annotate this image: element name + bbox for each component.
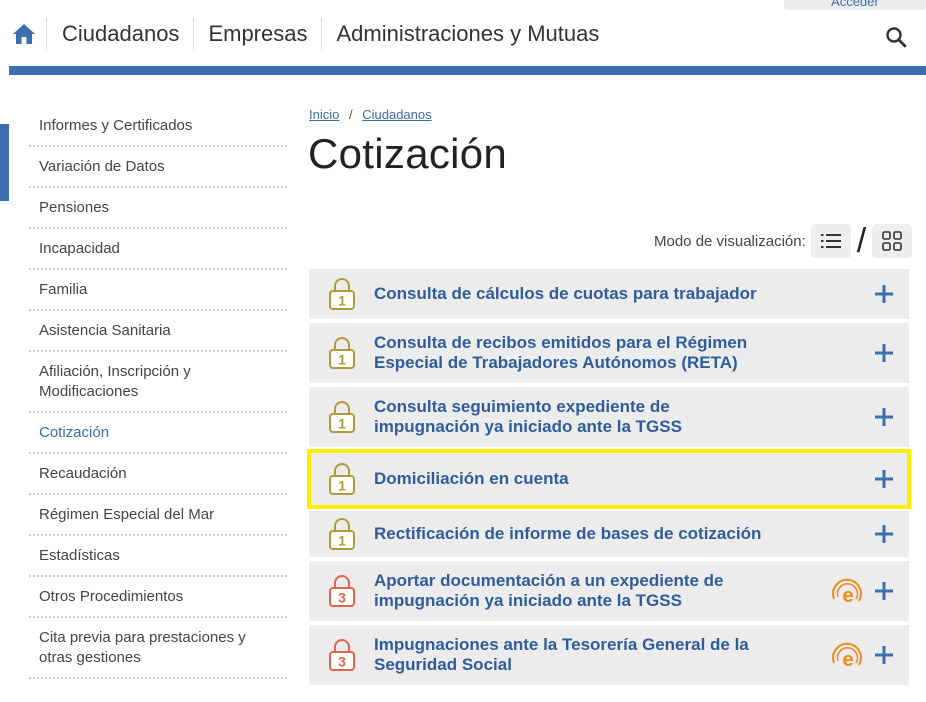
procedure-title[interactable]: Rectificación de informe de bases de cot… — [374, 524, 774, 544]
security-level-number: 1 — [338, 352, 346, 368]
padlock-level-icon: 3 — [329, 575, 355, 607]
sidebar-item[interactable]: Recaudación — [29, 454, 287, 495]
left-accent-bar — [0, 124, 9, 201]
top-navigation: Ciudadanos Empresas Administraciones y M… — [46, 18, 613, 50]
security-level-number: 1 — [338, 416, 346, 432]
nav-ciudadanos[interactable]: Ciudadanos — [46, 18, 193, 50]
sidebar-item[interactable]: Incapacidad — [29, 229, 287, 270]
procedure-row[interactable]: 1 Consulta de recibos emitidos para el Ré… — [309, 323, 909, 383]
sidebar-item[interactable]: Asistencia Sanitaria — [29, 311, 287, 352]
procedure-row[interactable]: 1 Rectificación de informe de bases de co… — [309, 511, 909, 557]
sidebar-item[interactable]: Familia — [29, 270, 287, 311]
sidebar-item[interactable]: Afiliación, Inscripción y Modificaciones — [29, 352, 287, 413]
procedure-row[interactable]: 3 Aportar documentación a un expediente d… — [309, 561, 909, 621]
sidebar-item[interactable]: Pensiones — [29, 188, 287, 229]
procedure-title[interactable]: Consulta de cálculos de cuotas para trab… — [374, 284, 774, 304]
page-title: Cotización — [308, 130, 508, 177]
svg-text:e: e — [842, 585, 853, 607]
breadcrumb-separator: / — [348, 107, 353, 122]
nav-empresas[interactable]: Empresas — [193, 18, 321, 50]
list-view-icon — [820, 234, 841, 248]
search-icon[interactable] — [885, 26, 907, 48]
svg-text:e: e — [842, 649, 853, 671]
procedure-list: 1 Consulta de cálculos de cuotas para tra… — [307, 269, 911, 689]
padlock-level-icon: 3 — [329, 639, 355, 671]
sidebar-item[interactable]: Estadísticas — [29, 536, 287, 577]
grid-view-button[interactable] — [872, 224, 913, 258]
home-icon[interactable] — [12, 22, 36, 46]
view-mode-selector: Modo de visualización: / — [654, 222, 913, 260]
breadcrumb: Inicio / Ciudadanos — [309, 107, 432, 122]
expand-plus-icon[interactable] — [874, 469, 894, 489]
view-mode-slash: / — [856, 222, 867, 260]
expand-plus-icon[interactable] — [874, 581, 894, 601]
grid-view-icon — [882, 231, 903, 251]
sidebar-item[interactable]: Otros Procedimientos — [29, 577, 287, 618]
procedure-title[interactable]: Impugnaciones ante la Tesorería General … — [374, 635, 774, 675]
expand-plus-icon[interactable] — [874, 645, 894, 665]
padlock-level-icon: 1 — [329, 463, 355, 495]
procedure-title[interactable]: Consulta seguimiento expediente de impug… — [374, 397, 774, 437]
registro-electronico-icon: e — [832, 578, 862, 607]
expand-plus-icon[interactable] — [874, 284, 894, 304]
procedure-row[interactable]: 3 Impugnaciones ante la Tesorería General… — [309, 625, 909, 685]
padlock-level-icon: 1 — [329, 337, 355, 369]
padlock-level-icon: 1 — [329, 518, 355, 550]
security-level-number: 3 — [338, 654, 346, 670]
procedure-row[interactable]: 1 Consulta de cálculos de cuotas para tra… — [309, 269, 909, 319]
padlock-level-icon: 1 — [329, 278, 355, 310]
procedure-title[interactable]: Domiciliación en cuenta — [374, 469, 774, 489]
procedure-title[interactable]: Consulta de recibos emitidos para el Rég… — [374, 333, 774, 373]
expand-plus-icon[interactable] — [874, 407, 894, 427]
registro-electronico-icon: e — [832, 642, 862, 671]
expand-plus-icon[interactable] — [874, 343, 894, 363]
breadcrumb-home-link[interactable]: Inicio — [309, 107, 339, 122]
sidebar-item[interactable]: Régimen Especial del Mar — [29, 495, 287, 536]
acceder-button[interactable]: Acceder — [784, 0, 926, 10]
padlock-level-icon: 1 — [329, 401, 355, 433]
expand-plus-icon[interactable] — [874, 524, 894, 544]
header-accent-bar — [9, 66, 926, 75]
security-level-number: 1 — [338, 533, 346, 549]
sidebar: Informes y Certificados Variación de Dato… — [29, 106, 287, 679]
sidebar-item[interactable]: Informes y Certificados — [29, 106, 287, 147]
sidebar-item[interactable]: Variación de Datos — [29, 147, 287, 188]
sidebar-item[interactable]: Cita previa para prestaciones y otras ge… — [29, 618, 287, 679]
security-level-number: 1 — [338, 293, 346, 309]
security-level-number: 1 — [338, 478, 346, 494]
procedure-row[interactable]: 1 Domiciliación en cuenta — [307, 449, 911, 509]
security-level-number: 3 — [338, 590, 346, 606]
list-view-button[interactable] — [810, 224, 851, 258]
procedure-title[interactable]: Aportar documentación a un expediente de… — [374, 571, 774, 611]
nav-administraciones[interactable]: Administraciones y Mutuas — [321, 18, 613, 50]
view-mode-label: Modo de visualización: — [654, 232, 806, 250]
sidebar-item[interactable]: Cotización — [29, 413, 287, 454]
breadcrumb-ciudadanos-link[interactable]: Ciudadanos — [362, 107, 431, 122]
procedure-row[interactable]: 1 Consulta seguimiento expediente de impu… — [309, 387, 909, 447]
